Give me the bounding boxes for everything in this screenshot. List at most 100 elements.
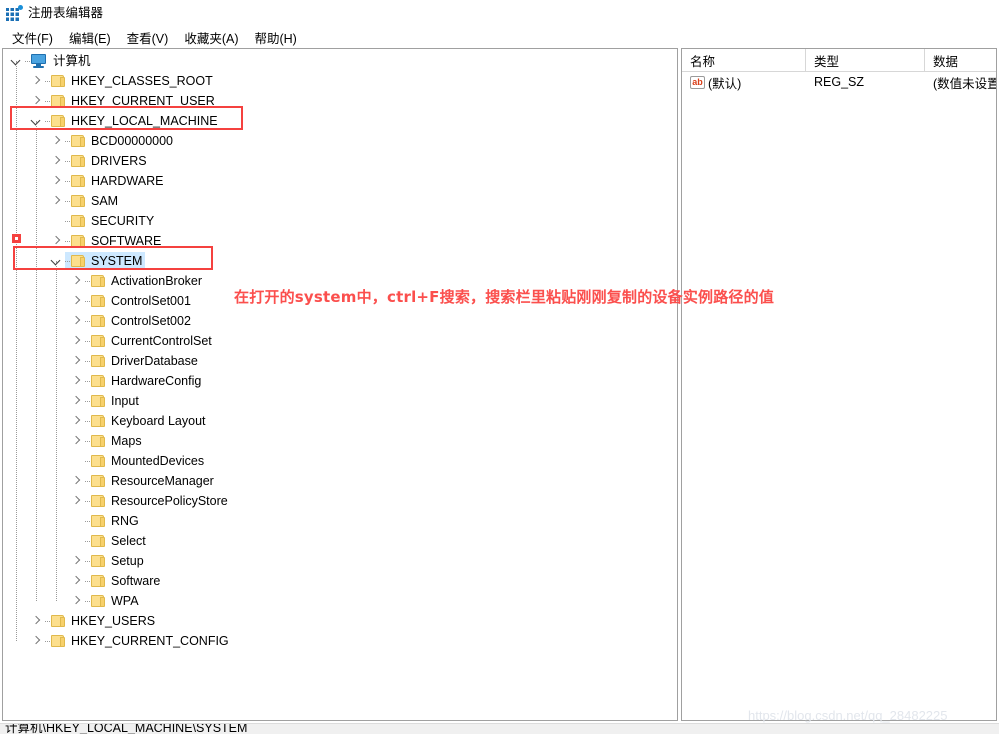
column-header-name[interactable]: 名称 <box>682 49 806 71</box>
chevron-right-icon[interactable] <box>49 151 65 171</box>
folder-icon <box>51 74 66 88</box>
tree-item-content[interactable]: Setup <box>85 552 147 570</box>
chevron-right-icon[interactable] <box>49 191 65 211</box>
tree-item-content[interactable]: HKEY_CURRENT_CONFIG <box>45 632 232 650</box>
tree-item[interactable]: SYSTEM <box>3 251 677 271</box>
tree-item-content[interactable]: HKEY_USERS <box>45 612 158 630</box>
tree-item-content[interactable]: CurrentControlSet <box>85 332 215 350</box>
tree-item-content[interactable]: HKEY_CLASSES_ROOT <box>45 72 216 90</box>
tree-item[interactable]: ControlSet002 <box>3 311 677 331</box>
tree-item-content[interactable]: WPA <box>85 592 142 610</box>
tree-item[interactable]: HardwareConfig <box>3 371 677 391</box>
tree-item[interactable]: Setup <box>3 551 677 571</box>
menu-file[interactable]: 文件(F) <box>4 26 61 49</box>
chevron-right-icon[interactable] <box>29 631 45 651</box>
tree-item-label: HKEY_USERS <box>71 614 156 628</box>
tree-item[interactable]: BCD00000000 <box>3 131 677 151</box>
tree-item-content[interactable]: BCD00000000 <box>65 132 176 150</box>
menu-favorites[interactable]: 收藏夹(A) <box>176 26 246 49</box>
tree-item[interactable]: HKEY_USERS <box>3 611 677 631</box>
chevron-down-icon[interactable] <box>29 111 45 131</box>
tree-item-content[interactable]: ResourceManager <box>85 472 217 490</box>
tree-item-content[interactable]: Input <box>85 392 142 410</box>
tree-item[interactable]: HKEY_CURRENT_CONFIG <box>3 631 677 651</box>
tree-item[interactable]: HKEY_CLASSES_ROOT <box>3 71 677 91</box>
tree-item[interactable]: ResourceManager <box>3 471 677 491</box>
chevron-right-icon[interactable] <box>49 231 65 251</box>
tree-item[interactable]: HKEY_CURRENT_USER <box>3 91 677 111</box>
tree-item[interactable]: 计算机 <box>3 51 677 71</box>
tree-item-content[interactable]: SYSTEM <box>65 252 146 270</box>
chevron-right-icon[interactable] <box>69 371 85 391</box>
tree-item-content[interactable]: ControlSet002 <box>85 312 194 330</box>
tree-item-content[interactable]: ResourcePolicyStore <box>85 492 231 510</box>
tree-item[interactable]: CurrentControlSet <box>3 331 677 351</box>
tree-item[interactable]: HARDWARE <box>3 171 677 191</box>
tree-item-content[interactable]: Maps <box>85 432 145 450</box>
menu-edit[interactable]: 编辑(E) <box>61 26 119 49</box>
chevron-right-icon[interactable] <box>69 471 85 491</box>
tree-item-content[interactable]: ActivationBroker <box>85 272 205 290</box>
tree-item[interactable]: WPA <box>3 591 677 611</box>
chevron-right-icon[interactable] <box>69 311 85 331</box>
tree-item[interactable]: ResourcePolicyStore <box>3 491 677 511</box>
tree-item[interactable]: HKEY_LOCAL_MACHINE <box>3 111 677 131</box>
tree-item[interactable]: RNG <box>3 511 677 531</box>
tree-item[interactable]: SOFTWARE <box>3 231 677 251</box>
chevron-right-icon[interactable] <box>69 551 85 571</box>
tree-item[interactable]: Software <box>3 571 677 591</box>
chevron-right-icon[interactable] <box>69 291 85 311</box>
tree-item[interactable]: SECURITY <box>3 211 677 231</box>
tree-item-content[interactable]: MountedDevices <box>85 452 207 470</box>
column-header-type[interactable]: 类型 <box>806 49 925 71</box>
chevron-right-icon[interactable] <box>69 491 85 511</box>
menu-view[interactable]: 查看(V) <box>119 26 177 49</box>
tree-item-content[interactable]: HKEY_CURRENT_USER <box>45 92 218 110</box>
tree-item[interactable]: Keyboard Layout <box>3 411 677 431</box>
column-header-data[interactable]: 数据 <box>925 49 996 71</box>
chevron-right-icon[interactable] <box>69 591 85 611</box>
menu-help[interactable]: 帮助(H) <box>246 26 304 49</box>
chevron-right-icon[interactable] <box>29 611 45 631</box>
tree-item[interactable]: MountedDevices <box>3 451 677 471</box>
chevron-right-icon[interactable] <box>49 171 65 191</box>
tree-item-content[interactable]: DRIVERS <box>65 152 150 170</box>
tree-item-content[interactable]: DriverDatabase <box>85 352 201 370</box>
tree-item-content[interactable]: Keyboard Layout <box>85 412 209 430</box>
tree-item-content[interactable]: 计算机 <box>25 52 94 70</box>
registry-values-panel[interactable]: 名称 类型 数据 ab (默认) REG_SZ (数值未设置) <box>681 48 997 721</box>
tree-item-content[interactable]: Select <box>85 532 149 550</box>
tree-item-content[interactable]: HARDWARE <box>65 172 166 190</box>
tree-item-content[interactable]: ControlSet001 <box>85 292 194 310</box>
tree-item-content[interactable]: HKEY_LOCAL_MACHINE <box>45 112 221 130</box>
tree-item[interactable]: Input <box>3 391 677 411</box>
tree-item-content[interactable]: SAM <box>65 192 121 210</box>
chevron-right-icon[interactable] <box>69 411 85 431</box>
chevron-right-icon[interactable] <box>69 271 85 291</box>
chevron-right-icon[interactable] <box>29 91 45 111</box>
tree-item-label: Setup <box>111 554 144 568</box>
tree-item[interactable]: Select <box>3 531 677 551</box>
chevron-right-icon[interactable] <box>69 571 85 591</box>
tree-item[interactable]: SAM <box>3 191 677 211</box>
tree-item-content[interactable]: HardwareConfig <box>85 372 204 390</box>
chevron-right-icon[interactable] <box>69 431 85 451</box>
tree-item[interactable]: DRIVERS <box>3 151 677 171</box>
tree-item-content[interactable]: Software <box>85 572 163 590</box>
chevron-right-icon[interactable] <box>49 131 65 151</box>
tree-item-content[interactable]: SECURITY <box>65 212 157 230</box>
value-row[interactable]: ab (默认) REG_SZ (数值未设置) <box>682 72 996 92</box>
chevron-right-icon[interactable] <box>69 351 85 371</box>
chevron-right-icon[interactable] <box>29 71 45 91</box>
chevron-right-icon[interactable] <box>69 331 85 351</box>
tree-item[interactable]: Maps <box>3 431 677 451</box>
registry-tree-panel[interactable]: 计算机 HKEY_CLASSES_ROOT HKEY_CURRENT_USER HKE… <box>2 48 678 721</box>
title-bar: 注册表编辑器 <box>0 0 999 25</box>
chevron-down-icon[interactable] <box>49 251 65 271</box>
chevron-right-icon[interactable] <box>69 391 85 411</box>
tree-item-content[interactable]: SOFTWARE <box>65 232 164 250</box>
tree-item[interactable]: DriverDatabase <box>3 351 677 371</box>
tree-leaf-spacer <box>69 511 85 531</box>
tree-item-content[interactable]: RNG <box>85 512 142 530</box>
chevron-down-icon[interactable] <box>9 51 25 71</box>
